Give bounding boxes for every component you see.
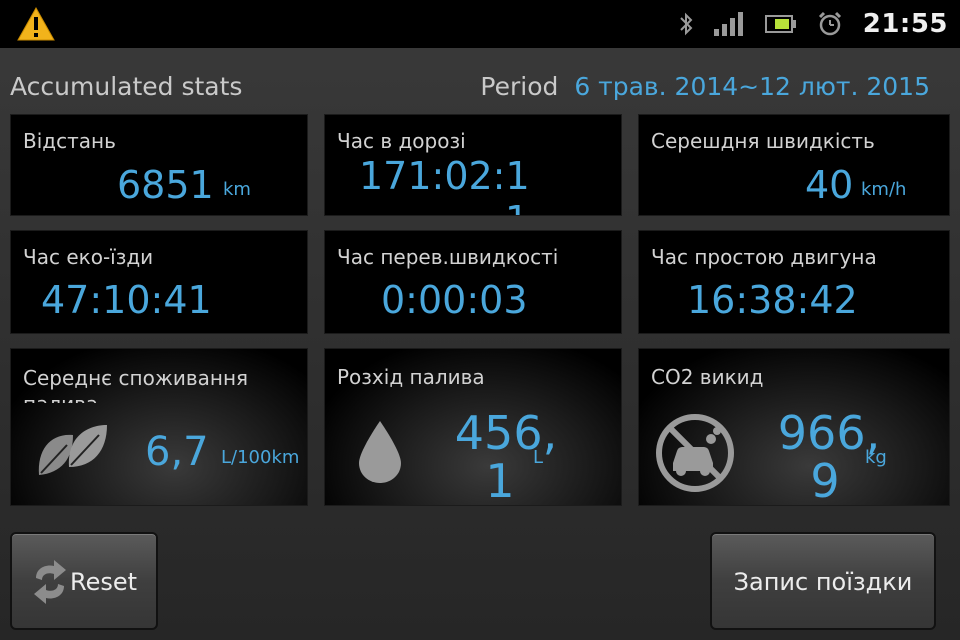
overspeed-time-value: 0:00:03 <box>381 278 528 322</box>
period[interactable]: Period 6 трав. 2014~12 лют. 2015 <box>480 72 930 101</box>
bluetooth-icon <box>680 12 693 36</box>
idle-time-value: 16:38:42 <box>687 278 858 322</box>
co2-car-icon <box>656 414 734 492</box>
tile-idle-time: Час простою двигуна 16:38:42 <box>638 230 950 334</box>
distance-value: 6851 <box>117 163 214 207</box>
tile-label: Час в дорозі <box>337 129 466 153</box>
page-title: Accumulated stats <box>10 72 243 101</box>
leaf-icon <box>38 425 107 475</box>
co2-value-line1: 966, <box>777 406 881 460</box>
fuel-used-value-line2: 1 <box>485 454 515 506</box>
period-value[interactable]: 6 трав. 2014~12 лют. 2015 <box>574 72 930 101</box>
tile-label: Середнє споживання палива <box>23 365 248 403</box>
avg-speed-value: 40 <box>805 163 854 207</box>
alarm-clock-icon <box>818 11 841 36</box>
record-trip-button-label: Запис поїздки <box>733 568 913 596</box>
tile-time-on-road: Час в дорозі 171:02:1 1 <box>324 114 622 216</box>
record-trip-button[interactable]: Запис поїздки <box>710 532 936 630</box>
avg-consumption-label: Середнє споживання <box>23 366 249 390</box>
tile-label: Серешдня швидкість <box>651 129 875 153</box>
tile-label: Розхід палива <box>337 365 485 389</box>
reset-button-label: Reset <box>70 568 138 596</box>
avg-consumption-label-line2: палива <box>23 391 248 403</box>
co2-value: 966, 9 <box>739 409 919 505</box>
tile-avg-speed: Серешдня швидкість 40 km/h <box>638 114 950 216</box>
fuel-used-value-line1: 456, <box>454 406 558 460</box>
signal-icon <box>713 12 743 36</box>
avg-consumption-value: 6,7 <box>145 429 209 475</box>
clock-time: 21:55 <box>862 9 948 39</box>
time-on-road-value: 171:02:1 <box>359 154 530 198</box>
tile-label: Час еко-їзди <box>23 245 154 269</box>
reset-button[interactable]: Reset <box>10 532 158 630</box>
refresh-icon <box>34 560 66 604</box>
tile-label: Час перев.швидкості <box>337 245 559 269</box>
co2-unit: kg <box>865 447 887 468</box>
fuel-used-unit: L <box>533 447 544 468</box>
fuel-used-value: 456, 1 <box>411 409 601 505</box>
time-on-road-value-overflow: 1 <box>505 199 529 215</box>
eco-time-value: 47:10:41 <box>41 278 212 322</box>
period-label: Period <box>480 72 559 101</box>
battery-icon <box>764 15 796 33</box>
tile-fuel-used: Розхід палива 456, 1 L <box>324 348 622 506</box>
warning-icon[interactable] <box>16 6 56 42</box>
tile-label: Відстань <box>23 129 116 153</box>
status-bar: 21:55 <box>0 0 960 48</box>
avg-consumption-unit: L/100km <box>221 447 300 468</box>
tile-co2: CO2 викид 966, 9 kg <box>638 348 950 506</box>
tile-eco-time: Час еко-їзди 47:10:41 <box>10 230 308 334</box>
tile-overspeed-time: Час перев.швидкості 0:00:03 <box>324 230 622 334</box>
tile-avg-consumption: Середнє споживання палива 6,7 L/100km <box>10 348 308 506</box>
fuel-drop-icon <box>359 421 401 483</box>
distance-unit: km <box>223 179 251 200</box>
tile-label: CO2 викид <box>651 365 764 389</box>
tile-distance: Відстань 6851 km <box>10 114 308 216</box>
tile-label: Час простою двигуна <box>651 245 877 269</box>
avg-speed-unit: km/h <box>861 179 907 200</box>
co2-value-line2: 9 <box>810 454 840 506</box>
